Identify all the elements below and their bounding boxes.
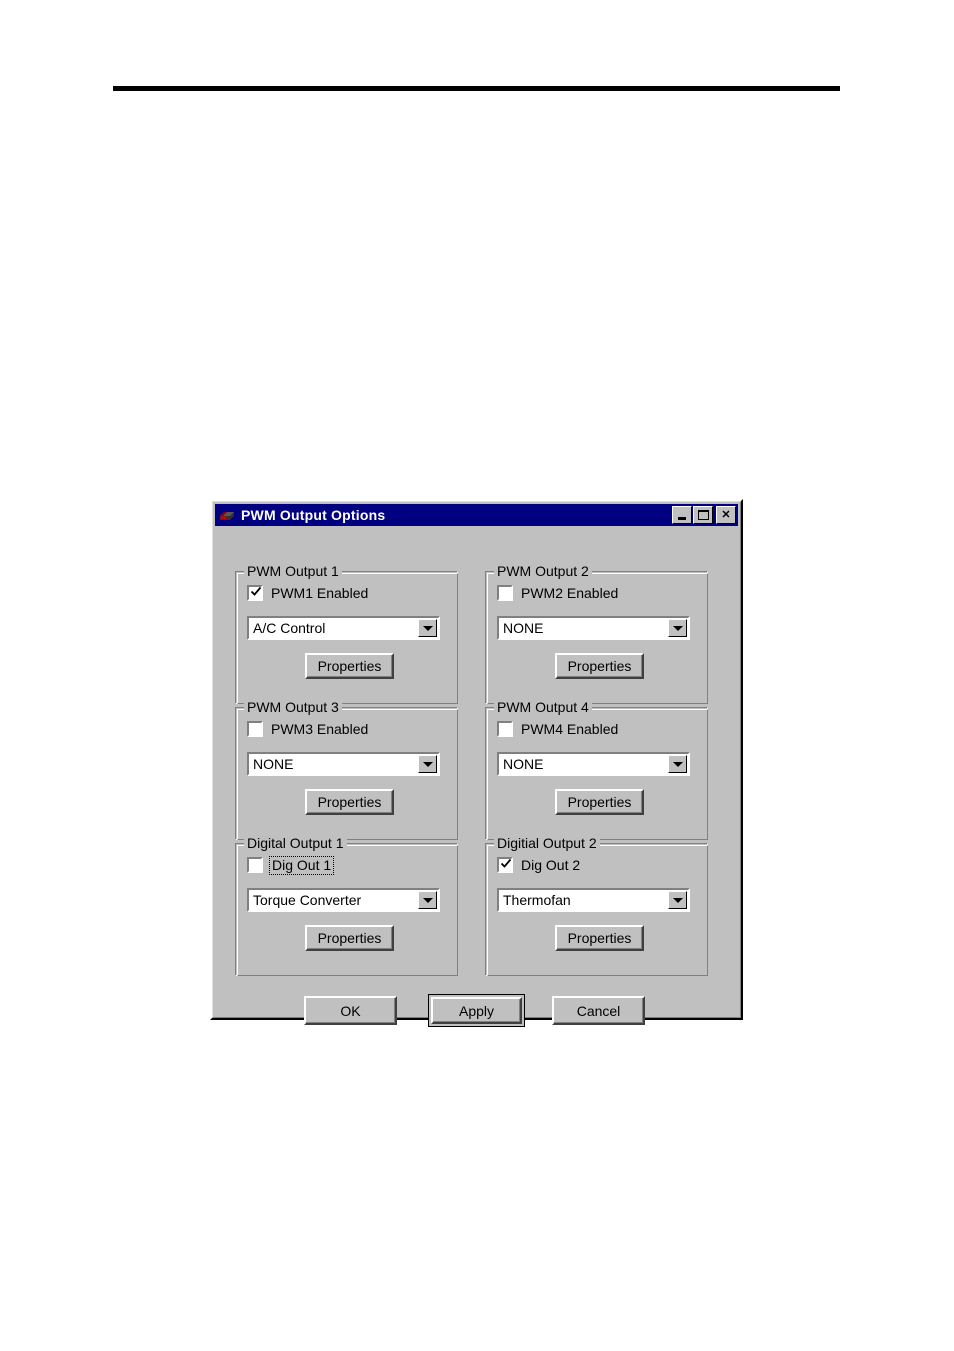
pwm4-function-combo[interactable]: NONE	[497, 752, 690, 776]
ok-button[interactable]: OK	[304, 996, 397, 1025]
check-icon	[500, 858, 512, 868]
chevron-down-icon[interactable]	[668, 891, 687, 909]
check-icon	[250, 586, 262, 596]
chevron-down-icon[interactable]	[418, 891, 437, 909]
dig-out-1-properties-button[interactable]: Properties	[305, 925, 394, 951]
group-pwm-output-1: PWM Output 1 PWM1 Enabled A/C Control Pr…	[235, 563, 458, 704]
pwm1-function-value: A/C Control	[253, 620, 326, 636]
chevron-down-icon[interactable]	[668, 755, 687, 773]
pwm4-enabled-label: PWM4 Enabled	[521, 720, 619, 737]
ok-button-label: OK	[340, 1002, 361, 1019]
dig-out-1-function-value: Torque Converter	[253, 892, 362, 908]
pwm3-properties-button[interactable]: Properties	[305, 789, 394, 815]
dig-out-1-function-combo[interactable]: Torque Converter	[247, 888, 440, 912]
pwm3-function-combo[interactable]: NONE	[247, 752, 440, 776]
group-title: PWM Output 4	[494, 699, 592, 715]
dig-out-2-properties-label: Properties	[567, 930, 632, 946]
pwm-output-options-dialog: PWM Output Options ✕ PWM Output 1 PWM1 E…	[210, 499, 743, 1027]
group-title: PWM Output 3	[244, 699, 342, 715]
pwm2-enabled-checkbox-row[interactable]: PWM2 Enabled	[497, 585, 618, 601]
pwm1-properties-label: Properties	[317, 658, 382, 674]
close-icon: ✕	[721, 508, 731, 521]
page-header-rule	[113, 86, 840, 91]
minimize-icon	[678, 517, 686, 520]
pwm1-properties-button[interactable]: Properties	[305, 653, 394, 679]
chevron-down-icon[interactable]	[418, 755, 437, 773]
apply-button-label: Apply	[458, 1002, 495, 1019]
dig-out-1-checkbox-row[interactable]: Dig Out 1	[247, 855, 335, 875]
pwm2-enabled-checkbox[interactable]	[497, 585, 513, 601]
titlebar[interactable]: PWM Output Options ✕	[215, 504, 738, 526]
maximize-button[interactable]	[693, 506, 713, 524]
group-pwm-output-2: PWM Output 2 PWM2 Enabled NONE Propertie…	[485, 563, 708, 704]
dig-out-1-properties-label: Properties	[317, 930, 382, 946]
cancel-button[interactable]: Cancel	[552, 996, 645, 1025]
pwm4-properties-button[interactable]: Properties	[555, 789, 644, 815]
pwm4-enabled-checkbox-row[interactable]: PWM4 Enabled	[497, 721, 618, 737]
group-pwm-output-3: PWM Output 3 PWM3 Enabled NONE Propertie…	[235, 699, 458, 840]
close-button[interactable]: ✕	[716, 506, 736, 524]
pwm3-enabled-checkbox[interactable]	[247, 721, 263, 737]
minimize-button[interactable]	[672, 506, 692, 524]
pwm2-function-combo[interactable]: NONE	[497, 616, 690, 640]
dialog-title: PWM Output Options	[241, 507, 386, 523]
group-title: PWM Output 2	[494, 563, 592, 579]
group-title: Digitial Output 2	[494, 835, 600, 851]
dig-out-2-function-combo[interactable]: Thermofan	[497, 888, 690, 912]
dialog-client-area: PWM Output 1 PWM1 Enabled A/C Control Pr…	[215, 529, 738, 1027]
pwm1-enabled-label: PWM1 Enabled	[271, 584, 369, 601]
pwm4-enabled-checkbox[interactable]	[497, 721, 513, 737]
group-digital-output-1: Digital Output 1 Dig Out 1 Torque Conver…	[235, 835, 458, 976]
pwm2-properties-button[interactable]: Properties	[555, 653, 644, 679]
pwm2-function-value: NONE	[503, 620, 544, 636]
pwm3-enabled-label: PWM3 Enabled	[271, 720, 369, 737]
dig-out-1-checkbox[interactable]	[247, 857, 263, 873]
group-title: PWM Output 1	[244, 563, 342, 579]
pwm1-enabled-checkbox-row[interactable]: PWM1 Enabled	[247, 585, 368, 601]
chevron-down-icon[interactable]	[668, 619, 687, 637]
pwm1-function-combo[interactable]: A/C Control	[247, 616, 440, 640]
chevron-down-icon[interactable]	[418, 619, 437, 637]
group-digital-output-2: Digitial Output 2 Dig Out 2 Thermofan Pr…	[485, 835, 708, 976]
dig-out-2-label: Dig Out 2	[521, 856, 581, 873]
ecu-module-icon	[218, 507, 236, 523]
pwm4-function-value: NONE	[503, 756, 544, 772]
pwm3-properties-label: Properties	[317, 794, 382, 810]
dig-out-2-function-value: Thermofan	[503, 892, 571, 908]
maximize-icon	[697, 510, 709, 520]
dig-out-1-label: Dig Out 1	[268, 855, 335, 875]
pwm3-enabled-checkbox-row[interactable]: PWM3 Enabled	[247, 721, 368, 737]
group-pwm-output-4: PWM Output 4 PWM4 Enabled NONE Propertie…	[485, 699, 708, 840]
pwm1-enabled-checkbox[interactable]	[247, 585, 263, 601]
cancel-button-label: Cancel	[576, 1002, 621, 1019]
pwm2-properties-label: Properties	[567, 658, 632, 674]
pwm2-enabled-label: PWM2 Enabled	[521, 584, 619, 601]
group-title: Digital Output 1	[244, 835, 347, 851]
pwm4-properties-label: Properties	[567, 794, 632, 810]
dig-out-2-properties-button[interactable]: Properties	[555, 925, 644, 951]
apply-button[interactable]: Apply	[428, 994, 525, 1027]
dig-out-2-checkbox-row[interactable]: Dig Out 2	[497, 857, 580, 873]
dig-out-2-checkbox[interactable]	[497, 857, 513, 873]
window-controls: ✕	[671, 506, 736, 524]
pwm3-function-value: NONE	[253, 756, 294, 772]
